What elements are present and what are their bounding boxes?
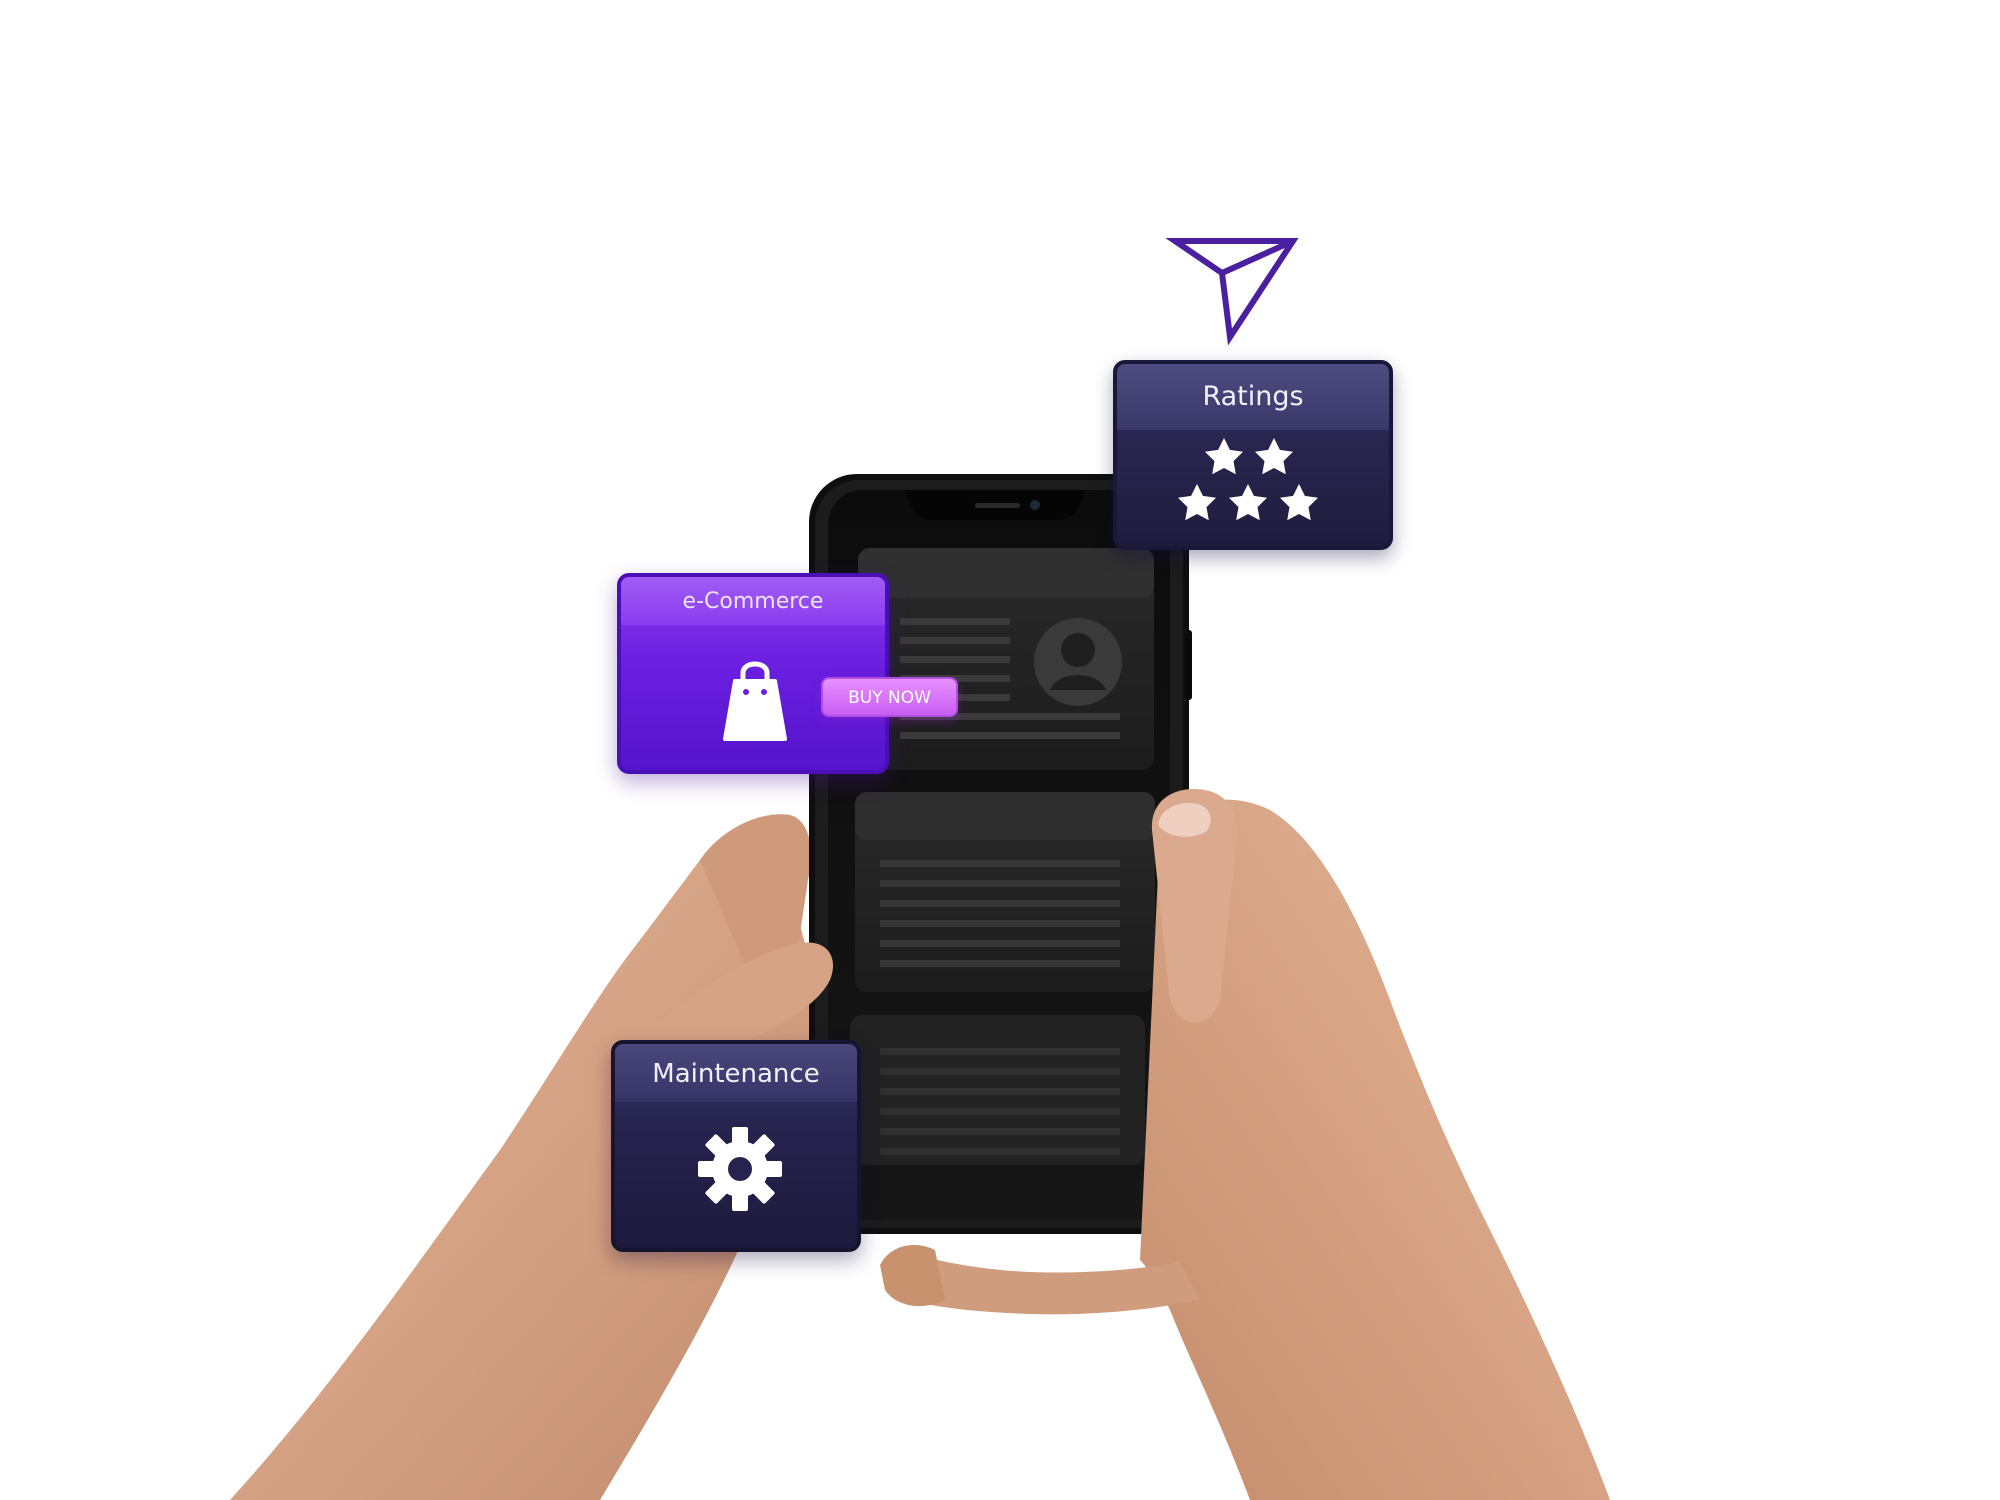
- ecommerce-card[interactable]: e-Commerce: [617, 573, 889, 774]
- maintenance-card[interactable]: Maintenance: [611, 1040, 861, 1252]
- ratings-card-title: Ratings: [1117, 364, 1389, 430]
- star-icon: [1178, 484, 1216, 521]
- star-icon: [1205, 438, 1243, 475]
- star-icon: [1280, 484, 1318, 521]
- ecommerce-card-title: e-Commerce: [621, 577, 885, 625]
- star-icon: [1229, 484, 1267, 521]
- shopping-bag-icon: [723, 661, 787, 741]
- send-arrow-icon: [1165, 238, 1299, 346]
- hands-holding-phone-illustration: [230, 238, 1610, 1500]
- ratings-card[interactable]: Ratings: [1113, 360, 1393, 550]
- maintenance-card-title: Maintenance: [615, 1044, 857, 1102]
- gear-icon: [698, 1127, 782, 1211]
- ratings-stars: [1117, 430, 1389, 546]
- buy-now-button[interactable]: BUY NOW: [821, 677, 958, 717]
- star-icon: [1255, 438, 1293, 475]
